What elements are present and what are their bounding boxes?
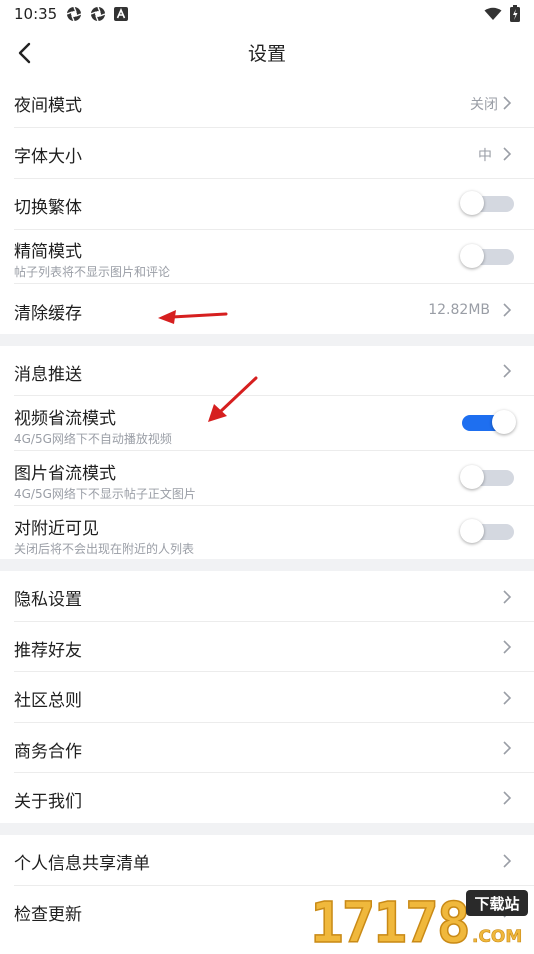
font-size-value: 中 <box>478 148 492 164</box>
chevron-right-icon <box>503 147 512 161</box>
community-rules-row[interactable]: 社区总则 <box>14 672 534 723</box>
nearby-visible-description: 关闭后将不会出现在附近的人列表 <box>14 542 195 556</box>
toggle-knob <box>460 244 484 268</box>
chevron-right-icon <box>503 96 512 110</box>
cache-size-value: 12.82MB <box>428 302 490 318</box>
chevron-right-icon <box>503 854 512 868</box>
section-divider <box>0 823 534 835</box>
watermark-logo-icon: 17178 下载站 .COM <box>309 890 528 954</box>
chevron-right-icon <box>503 691 512 705</box>
video-saver-description: 4G/5G网络下不自动播放视频 <box>14 432 172 446</box>
check-update-label: 检查更新 <box>14 905 82 925</box>
simple-mode-toggle[interactable] <box>460 244 514 268</box>
toggle-knob <box>460 519 484 543</box>
recommend-friends-row[interactable]: 推荐好友 <box>14 622 534 672</box>
image-saver-toggle[interactable] <box>460 465 514 489</box>
image-saver-row: 图片省流模式 4G/5G网络下不显示帖子正文图片 <box>14 451 534 506</box>
video-saver-row: 视频省流模式 4G/5G网络下不自动播放视频 <box>14 396 534 451</box>
wifi-icon <box>484 7 502 20</box>
night-mode-label: 夜间模式 <box>14 96 82 116</box>
info-share-list-row[interactable]: 个人信息共享清单 <box>14 835 534 886</box>
privacy-settings-row[interactable]: 隐私设置 <box>14 571 534 622</box>
video-saver-label: 视频省流模式 <box>14 409 116 429</box>
section-divider <box>0 559 534 571</box>
chevron-right-icon <box>503 364 512 378</box>
about-us-row[interactable]: 关于我们 <box>14 773 534 823</box>
watermark-logo: 17178 下载站 .COM <box>306 880 534 954</box>
page-title: 设置 <box>247 43 286 65</box>
clear-cache-row[interactable]: 清除缓存 12.82MB <box>14 284 534 334</box>
chevron-right-icon <box>503 791 512 805</box>
chevron-right-icon <box>503 590 512 604</box>
toggle-knob <box>492 410 516 434</box>
chevron-right-icon <box>503 741 512 755</box>
simple-mode-description: 帖子列表将不显示图片和评论 <box>14 265 171 279</box>
battery-icon <box>510 5 520 22</box>
privacy-settings-label: 隐私设置 <box>14 590 82 610</box>
aperture-icon <box>90 6 106 22</box>
status-icons-left <box>66 6 128 22</box>
message-push-label: 消息推送 <box>14 365 82 385</box>
simple-mode-row: 精简模式 帖子列表将不显示图片和评论 <box>14 230 534 284</box>
chevron-right-icon <box>503 303 512 317</box>
recommend-friends-label: 推荐好友 <box>14 641 82 661</box>
status-icons-right <box>484 5 520 22</box>
image-saver-description: 4G/5G网络下不显示帖子正文图片 <box>14 487 196 501</box>
traditional-chinese-label: 切换繁体 <box>14 198 82 218</box>
toggle-knob <box>460 191 484 215</box>
section-divider <box>0 334 534 346</box>
traditional-chinese-row: 切换繁体 <box>14 179 534 230</box>
simple-mode-label: 精简模式 <box>14 242 82 262</box>
clear-cache-label: 清除缓存 <box>14 304 82 324</box>
font-size-row[interactable]: 字体大小 中 <box>14 128 534 179</box>
community-rules-label: 社区总则 <box>14 691 82 711</box>
nearby-visible-toggle[interactable] <box>460 519 514 543</box>
about-us-label: 关于我们 <box>14 792 82 812</box>
watermark-badge: 下载站 <box>474 895 519 913</box>
watermark-domain: .COM <box>472 927 522 947</box>
app-a-icon <box>114 7 128 21</box>
nav-bar: 设置 <box>0 28 534 78</box>
status-bar: 10:35 <box>0 0 534 28</box>
settings-list: 夜间模式 关闭 字体大小 中 切换繁体 精简模式 帖子列表将不显示图片和评论 清… <box>0 78 534 936</box>
nearby-visible-label: 对附近可见 <box>14 519 99 539</box>
nearby-visible-row: 对附近可见 关闭后将不会出现在附近的人列表 <box>14 506 534 559</box>
business-cooperation-label: 商务合作 <box>14 742 82 762</box>
toggle-knob <box>460 465 484 489</box>
image-saver-label: 图片省流模式 <box>14 464 116 484</box>
video-saver-toggle[interactable] <box>462 410 516 434</box>
chevron-right-icon <box>503 640 512 654</box>
night-mode-value: 关闭 <box>470 97 498 113</box>
traditional-chinese-toggle[interactable] <box>460 191 514 215</box>
info-share-list-label: 个人信息共享清单 <box>14 854 150 874</box>
message-push-row[interactable]: 消息推送 <box>14 346 534 396</box>
night-mode-row[interactable]: 夜间模式 关闭 <box>14 78 534 128</box>
watermark-number: 17178 <box>310 891 469 950</box>
font-size-label: 字体大小 <box>14 147 82 167</box>
status-time: 10:35 <box>14 5 58 23</box>
business-cooperation-row[interactable]: 商务合作 <box>14 723 534 773</box>
aperture-icon <box>66 6 82 22</box>
